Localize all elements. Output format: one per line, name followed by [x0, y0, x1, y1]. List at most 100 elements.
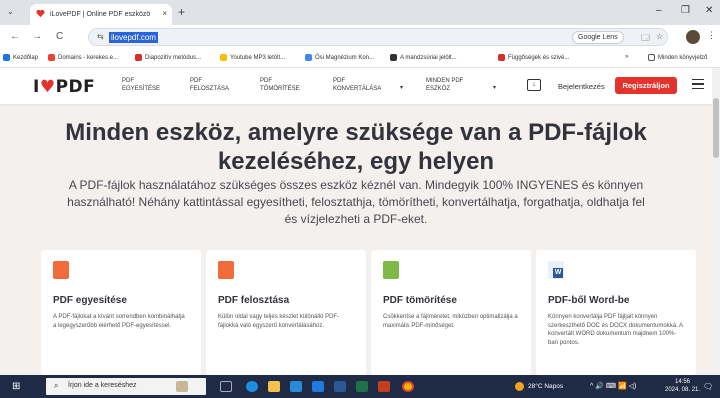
sun-icon	[515, 382, 524, 391]
tool-card-merge-pdf[interactable]: PDF egyesítése A PDF-fájlokat a kívánt s…	[41, 250, 201, 375]
bookmark-item[interactable]: Ősi Magnézium Kon...	[305, 54, 374, 61]
nav-all-pdf-tools[interactable]: MINDEN PDF ESZKÖZ	[426, 77, 463, 93]
split-pdf-icon	[218, 261, 234, 279]
weather-text: 28°C Napos	[528, 383, 564, 390]
nav-compress-pdf[interactable]: PDF TÖMÖRÍTÉSE	[260, 77, 300, 93]
scrollbar-thumb[interactable]	[713, 98, 719, 158]
compress-pdf-icon	[383, 261, 399, 279]
bookmark-item[interactable]: Függőségek és szivé...	[498, 54, 569, 61]
browser-tab-ilovepdf[interactable]: iLovePDF | Online PDF eszközö ×	[30, 4, 172, 25]
logo-suffix: PDF	[55, 77, 96, 97]
card-title: PDF felosztása	[218, 295, 290, 306]
clock-time: 14:56	[675, 379, 691, 385]
url-text[interactable]: ilovepdf.com	[109, 32, 158, 43]
chevron-down-icon[interactable]: ▾	[400, 84, 403, 91]
bookmark-item[interactable]: Diapozitív metódus...	[135, 54, 201, 61]
powerpoint-icon[interactable]	[378, 381, 390, 392]
bookmarks-bar: Kezdőlap Domains - kerekes.e... Diapozit…	[0, 50, 720, 68]
tool-card-pdf-to-word[interactable]: W PDF-ből Word-be Könnyen konvertálja PD…	[536, 250, 696, 375]
back-button[interactable]: ←	[10, 31, 20, 42]
nav-line: PDF	[260, 78, 272, 84]
logo-prefix: I	[33, 77, 40, 97]
reload-button[interactable]: C	[56, 31, 63, 42]
bookmark-label: A mandzsúriai jelölt...	[400, 54, 457, 61]
windows-start-icon[interactable]: ⊞	[12, 381, 20, 392]
ilovepdf-logo[interactable]: I♥PDF	[33, 77, 95, 97]
nav-line: MINDEN PDF	[426, 78, 464, 84]
address-bar[interactable]: ⇆ ilovepdf.com Google Lens 🗔 ☆	[88, 28, 668, 46]
maximize-button[interactable]: ❐	[681, 5, 690, 16]
bookmark-label: Domains - kerekes.e...	[58, 54, 119, 61]
weather-widget[interactable]: 28°C Napos	[515, 382, 563, 391]
nav-line: EGYESÍTÉSE	[122, 86, 161, 92]
google-lens-label: Google Lens	[578, 34, 618, 41]
login-link[interactable]: Bejelentkezés	[558, 82, 605, 91]
forward-button[interactable]: →	[32, 31, 42, 42]
bookmark-item[interactable]: Youtube MP3 letölt...	[220, 54, 285, 61]
globe-icon	[305, 54, 312, 61]
bookmark-label: Ősi Magnézium Kon...	[315, 54, 375, 61]
window-close-button[interactable]: ✕	[705, 5, 713, 16]
tab-close-icon[interactable]: ×	[162, 9, 167, 18]
card-description: Csökkentse a fájlméretet, miközben optim…	[383, 314, 518, 329]
search-icon: ⌕	[54, 381, 59, 390]
card-description: Könnyen konvertálja PDF fájljait könnyen…	[548, 314, 683, 346]
youtube-icon	[498, 54, 505, 61]
profile-avatar[interactable]	[686, 30, 700, 44]
browser-menu-icon[interactable]: ⋮	[707, 30, 716, 41]
hero-subtitle: A PDF-fájlok használatához szükséges öss…	[67, 178, 645, 226]
chrome-icon[interactable]	[402, 381, 414, 392]
nav-split-pdf[interactable]: PDF FELOSZTÁSA	[190, 77, 229, 93]
bookmark-icon	[390, 54, 397, 61]
edge-icon[interactable]	[246, 381, 258, 392]
hamburger-menu-icon[interactable]	[692, 79, 704, 89]
word-letter: W	[553, 268, 563, 278]
store-icon[interactable]	[290, 381, 302, 392]
tab-search-icon[interactable]: ⌄	[7, 7, 14, 16]
taskbar-search-placeholder: Írjon ide a kereséshez	[68, 382, 137, 389]
new-tab-button[interactable]: +	[178, 5, 185, 19]
clock-date: 2024. 08. 21.	[665, 387, 701, 393]
minimize-button[interactable]: –	[656, 5, 662, 16]
bookmark-label: Youtube MP3 letölt...	[230, 54, 286, 61]
bookmark-item[interactable]: Kezdőlap	[3, 54, 38, 61]
bookmark-item[interactable]: Domains - kerekes.e...	[48, 54, 118, 61]
system-tray-icons[interactable]: ^ 🔊 ⌨ 📶 ◁)	[590, 382, 636, 390]
bookmark-item[interactable]: A mandzsúriai jelölt...	[390, 54, 457, 61]
tool-card-split-pdf[interactable]: PDF felosztása Külön oldal vagy teljes k…	[206, 250, 366, 375]
ilovepdf-favicon-icon	[36, 9, 45, 18]
bookmark-star-icon[interactable]: ☆	[656, 32, 663, 41]
nav-line: TÖMÖRÍTÉSE	[260, 86, 300, 92]
bookmarks-overflow-button[interactable]: »	[625, 54, 628, 60]
hero-title: Minden eszköz, amelyre szüksége van a PD…	[65, 119, 647, 175]
card-title: PDF egyesítése	[53, 295, 127, 306]
tool-card-compress-pdf[interactable]: PDF tömörítése Csökkentse a fájlméretet,…	[371, 250, 531, 375]
bookmark-label: Függőségek és szivé...	[508, 54, 570, 61]
task-view-icon[interactable]	[220, 381, 232, 392]
bookmark-icon	[220, 54, 227, 61]
cortana-icon[interactable]	[176, 381, 188, 392]
excel-icon[interactable]	[356, 381, 368, 392]
nav-merge-pdf[interactable]: PDF EGYESÍTÉSE	[122, 77, 160, 93]
merge-pdf-icon	[53, 261, 69, 279]
card-title: PDF-ből Word-be	[548, 295, 630, 306]
signup-button[interactable]: Regisztráljon	[615, 77, 677, 94]
tab-title: iLovePDF | Online PDF eszközö	[50, 11, 151, 18]
taskbar-clock[interactable]: 14:56 2024. 08. 21.	[665, 378, 700, 394]
site-info-icon[interactable]: ⇆	[97, 32, 104, 41]
chevron-down-icon[interactable]: ▾	[493, 84, 496, 91]
translate-icon[interactable]: 🗔	[641, 32, 650, 46]
page-scrollbar[interactable]	[712, 68, 720, 375]
nav-line: KONVERTÁLÁSA	[333, 86, 382, 92]
file-explorer-icon[interactable]	[268, 381, 280, 392]
nav-line: FELOSZTÁSA	[190, 86, 230, 92]
browser-toolbar: ← → C ⇆ ilovepdf.com Google Lens 🗔 ☆ ⋮	[0, 25, 720, 50]
notification-icon[interactable]: 🗨	[703, 382, 713, 391]
google-lens-button[interactable]: Google Lens	[572, 31, 624, 44]
bookmark-label: Kezdőlap	[13, 54, 39, 61]
nav-convert-pdf[interactable]: PDF KONVERTÁLÁSA	[333, 77, 381, 93]
bookmark-item[interactable]: Minden könyvjelző	[648, 54, 707, 61]
download-desktop-icon[interactable]: ↓	[527, 79, 541, 91]
word-icon[interactable]	[334, 381, 346, 392]
mail-icon[interactable]	[312, 381, 324, 392]
